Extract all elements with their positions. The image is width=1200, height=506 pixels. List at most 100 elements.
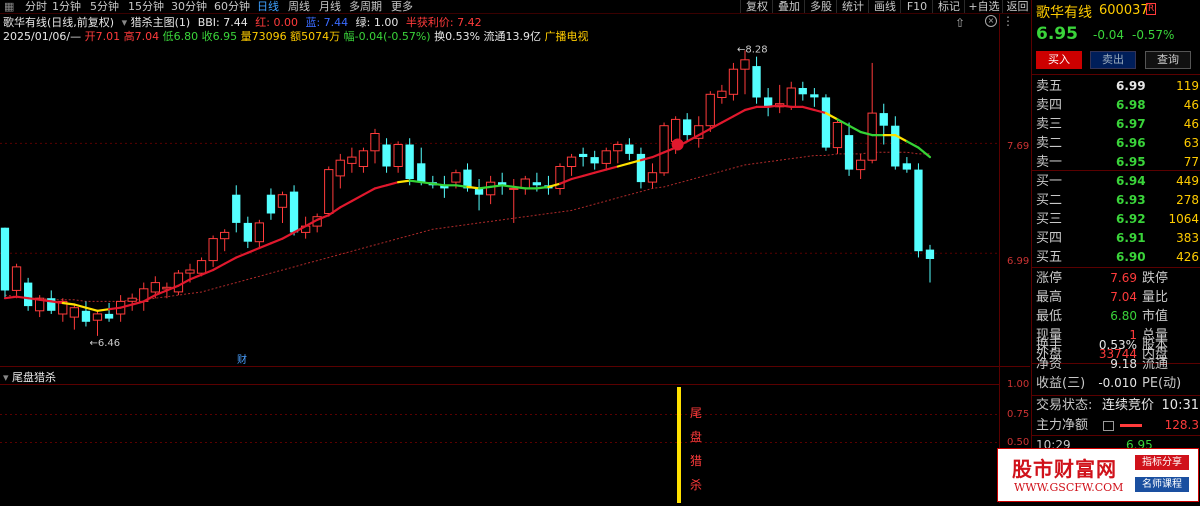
period-tab[interactable]: 月线	[319, 0, 341, 13]
candle[interactable]	[358, 147, 369, 173]
candle[interactable]	[173, 270, 184, 296]
candle[interactable]	[764, 88, 773, 117]
toolbar-button[interactable]: 返回	[1002, 0, 1032, 13]
candle[interactable]	[601, 147, 611, 170]
ad-banner[interactable]: 股市财富网 WWW.GSCFW.COM 指标分享 名师课程	[997, 448, 1199, 502]
candle[interactable]	[879, 103, 888, 145]
candle[interactable]	[382, 138, 391, 173]
candle[interactable]	[486, 175, 496, 205]
candle[interactable]	[92, 310, 103, 336]
candle[interactable]	[277, 191, 288, 223]
indicator-title[interactable]: 尾盘猎杀	[12, 371, 56, 384]
toolbar-button[interactable]: 画线	[868, 0, 901, 13]
finance-event-icon[interactable]: 财	[237, 353, 247, 366]
candle[interactable]	[0, 227, 10, 299]
candle[interactable]	[324, 166, 334, 217]
period-tab[interactable]: 5分钟	[90, 0, 119, 13]
candle[interactable]	[266, 188, 276, 220]
candle[interactable]	[335, 153, 345, 189]
candle[interactable]	[312, 213, 322, 233]
candle[interactable]	[69, 304, 79, 330]
candle[interactable]	[81, 301, 91, 327]
candle[interactable]	[925, 244, 935, 283]
candle[interactable]	[798, 81, 807, 101]
candle[interactable]	[613, 141, 623, 164]
candle[interactable]	[498, 172, 507, 195]
toolbar-button[interactable]: 复权	[740, 0, 773, 13]
candle[interactable]	[775, 84, 785, 114]
period-tab[interactable]: 更多	[391, 0, 413, 13]
toolbar-button[interactable]: F10	[900, 0, 933, 13]
period-tab[interactable]: 30分钟	[171, 0, 207, 13]
candle[interactable]	[625, 138, 634, 161]
buy-button[interactable]: 买入	[1036, 51, 1082, 69]
candle[interactable]	[891, 116, 900, 170]
candle[interactable]	[647, 163, 658, 189]
candle[interactable]	[254, 219, 264, 249]
candle[interactable]	[705, 91, 715, 132]
toolbar-button[interactable]: 叠加	[772, 0, 805, 13]
toolbar-button[interactable]: 标记	[932, 0, 965, 13]
period-tab[interactable]: 周线	[288, 0, 310, 13]
period-tab[interactable]: 15分钟	[128, 0, 164, 13]
candle[interactable]	[11, 263, 22, 299]
candle[interactable]	[104, 302, 114, 322]
level-label: 卖四	[1036, 98, 1063, 113]
candle[interactable]	[555, 163, 565, 195]
candle[interactable]	[683, 113, 692, 142]
candle[interactable]	[728, 62, 739, 101]
ad-tag-course[interactable]: 名师课程	[1135, 477, 1189, 492]
candle[interactable]	[347, 147, 357, 173]
candle[interactable]	[659, 122, 669, 176]
candle[interactable]	[127, 293, 137, 311]
candle[interactable]	[832, 119, 843, 154]
period-tab[interactable]: 多周期	[349, 0, 382, 13]
signal-text: 尾 盘 猎 杀	[689, 401, 703, 497]
period-tab[interactable]: 1分钟	[52, 0, 81, 13]
query-button[interactable]: 查询	[1145, 51, 1191, 69]
candle[interactable]	[243, 216, 252, 249]
menu-icon[interactable]: ▦	[4, 0, 14, 13]
candle[interactable]	[810, 88, 819, 107]
period-tab[interactable]: 日线	[257, 0, 279, 13]
signal-dot-icon[interactable]	[671, 138, 684, 151]
candle[interactable]	[393, 141, 403, 173]
candle[interactable]	[405, 138, 414, 186]
toolbar-button[interactable]: 统计	[836, 0, 869, 13]
candle[interactable]	[428, 175, 437, 189]
candle[interactable]	[440, 175, 449, 198]
candle[interactable]	[844, 122, 854, 176]
toolbar-button[interactable]: 多股	[804, 0, 837, 13]
candle[interactable]	[220, 229, 230, 252]
candle[interactable]	[579, 147, 588, 167]
candle[interactable]	[24, 277, 33, 311]
candle[interactable]	[520, 175, 530, 195]
period-tab[interactable]: 60分钟	[214, 0, 250, 13]
candle[interactable]	[208, 235, 218, 267]
candle[interactable]	[740, 50, 750, 95]
sell-button[interactable]: 卖出	[1090, 51, 1136, 69]
toolbar-button[interactable]: +自选	[964, 0, 1003, 13]
candle[interactable]	[636, 147, 646, 189]
candle[interactable]	[867, 62, 877, 164]
period-tab[interactable]: 分时	[25, 0, 47, 13]
candle[interactable]	[590, 150, 599, 170]
candle[interactable]	[474, 179, 484, 211]
candle[interactable]	[856, 153, 866, 180]
candle[interactable]	[821, 94, 831, 151]
detail-icon[interactable]	[1103, 421, 1114, 431]
candle[interactable]	[417, 147, 426, 186]
candle[interactable]	[752, 56, 761, 104]
candle[interactable]	[370, 128, 380, 164]
ad-tag-indicator[interactable]: 指标分享	[1135, 455, 1189, 470]
candle[interactable]	[139, 282, 149, 311]
dropdown-icon[interactable]: ▾	[3, 371, 9, 384]
indicator-panel[interactable]: ▾ 尾盘猎杀 1.00 0.75 0.50 尾 盘 猎 杀	[0, 366, 1030, 503]
candle[interactable]	[289, 185, 299, 236]
candle[interactable]	[232, 185, 241, 233]
kline-chart[interactable]: ←8.28 ←6.46 财	[0, 14, 1030, 366]
candle[interactable]	[902, 157, 911, 173]
candle[interactable]	[914, 163, 923, 258]
candle[interactable]	[717, 84, 727, 104]
candle[interactable]	[566, 153, 577, 176]
